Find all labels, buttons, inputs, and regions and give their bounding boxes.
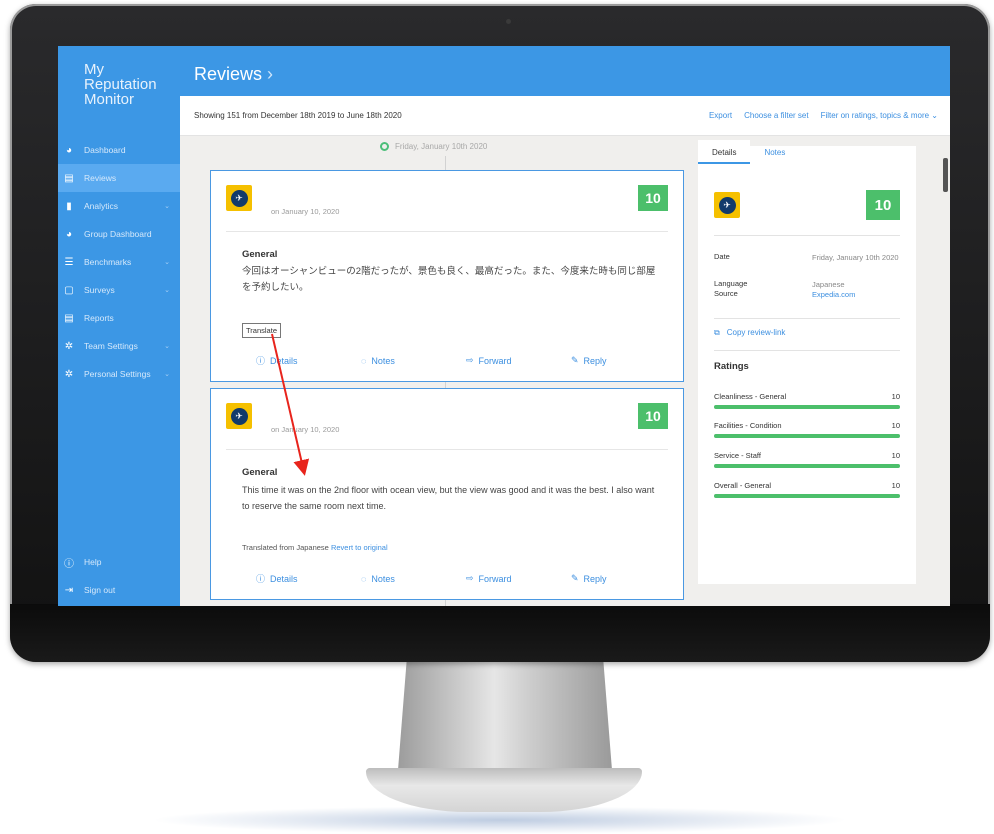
- camera-icon: [506, 19, 511, 24]
- monitor-stand-neck: [398, 662, 612, 770]
- monitor-chin: [10, 604, 990, 662]
- annotation-arrow: [271, 333, 310, 476]
- monitor-stand-base: [366, 768, 642, 812]
- app-screen: My Reputation Monitor ◕ Dashboard ▤ Revi…: [58, 46, 950, 606]
